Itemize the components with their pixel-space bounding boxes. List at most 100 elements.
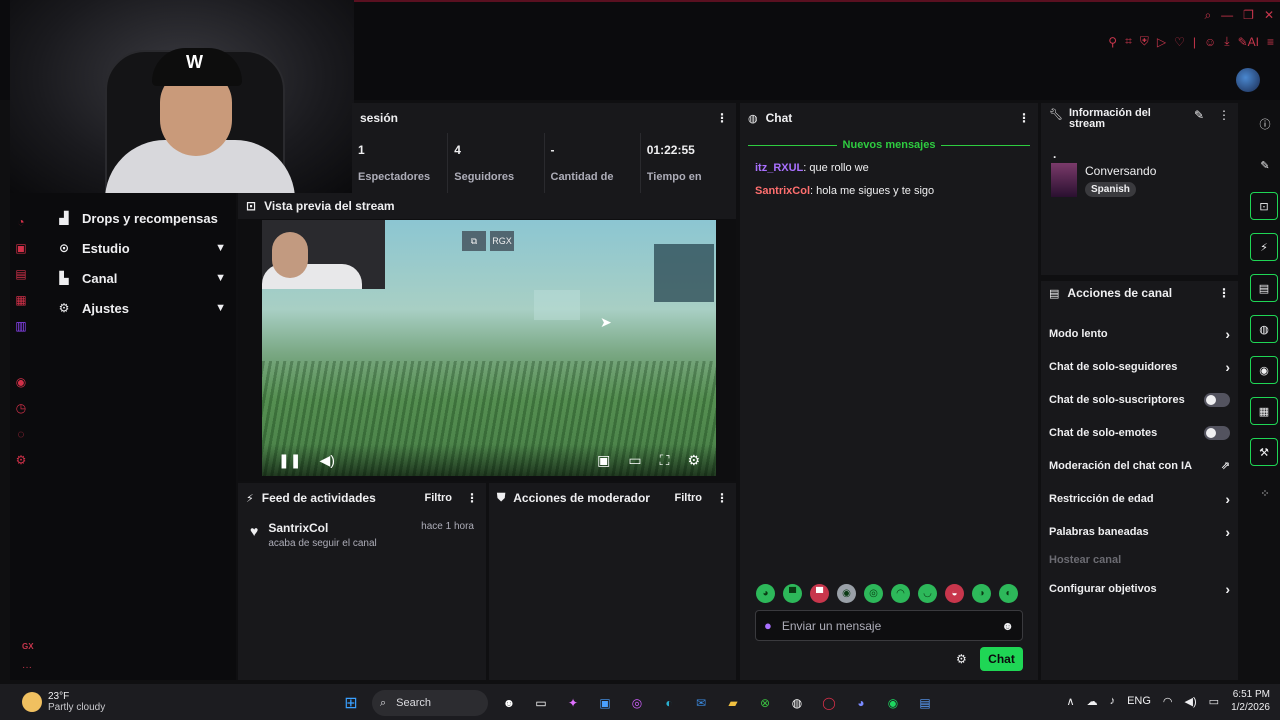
instagram-icon[interactable]: ◎ <box>626 692 648 714</box>
action-banned-words[interactable]: Palabras baneadas › <box>1041 515 1238 548</box>
speed-icon[interactable]: ◔ <box>14 215 28 229</box>
emotes-only-toggle[interactable] <box>1204 425 1230 440</box>
volume-icon[interactable]: ◀) <box>1185 695 1197 708</box>
extensions-icon[interactable]: ⁘ <box>1250 479 1278 507</box>
chat-username[interactable]: SantrixCol <box>755 185 810 197</box>
play-icon[interactable]: ▷ <box>1157 35 1166 49</box>
language-indicator[interactable]: ENG <box>1127 695 1151 707</box>
kebab-menu-icon[interactable]: ⋮ <box>1018 111 1030 125</box>
chat-message-input[interactable] <box>781 618 1002 633</box>
volume-icon[interactable]: ◀) <box>319 452 334 469</box>
onedrive-icon[interactable]: ☁ <box>1087 695 1098 708</box>
tray-chevron-up-icon[interactable]: ∧ <box>1067 695 1075 708</box>
shield-icon[interactable]: ⛨ <box>1140 34 1149 49</box>
discord-icon[interactable]: ◕ <box>850 692 872 714</box>
crop-icon[interactable]: ⌗ <box>1125 34 1132 49</box>
edit-icon[interactable]: ✎ <box>1194 108 1204 122</box>
heart-icon[interactable]: ♡ <box>1174 35 1185 49</box>
emote-icon[interactable]: ◑ <box>972 584 991 603</box>
more-icon[interactable]: ··· <box>22 662 32 673</box>
action-age-restriction[interactable]: Restricción de edad › <box>1041 482 1238 515</box>
chat-bubble-icon[interactable]: ◌ <box>14 427 28 441</box>
language-tag[interactable]: Spanish <box>1085 181 1136 197</box>
emote-icon[interactable]: ◒ <box>945 584 964 603</box>
broadcast-icon[interactable]: ◉ <box>1250 356 1278 384</box>
copilot-icon[interactable]: ✦ <box>562 692 584 714</box>
opera-gx-icon[interactable]: ◯ <box>818 692 840 714</box>
chat-settings-icon[interactable]: ⚙ <box>956 652 967 666</box>
chat-username[interactable]: itz_RXUL <box>755 162 803 174</box>
action-slow-mode[interactable]: Modo lento › <box>1041 317 1238 350</box>
theatre-icon[interactable]: ▭ <box>628 452 641 469</box>
pause-icon[interactable]: ❚❚ <box>278 452 301 469</box>
kebab-menu-icon[interactable]: ⋮ <box>716 491 728 505</box>
battery-icon[interactable]: ▭ <box>1209 695 1219 708</box>
nav-item-canal[interactable]: ▙ Canal ▼ <box>56 263 226 293</box>
nav-item-drops[interactable]: ▟ Drops y recompensas <box>56 203 226 233</box>
file-explorer-icon[interactable]: ▰ <box>722 692 744 714</box>
panels-icon[interactable]: ▦ <box>1250 397 1278 425</box>
clip-icon[interactable]: ⊡ <box>1250 192 1278 220</box>
subscribers-only-toggle[interactable] <box>1204 392 1230 407</box>
gx-corner-icon[interactable]: ▦ <box>14 293 28 307</box>
xbox-icon[interactable]: ⊗ <box>754 692 776 714</box>
lightning-icon[interactable]: ⚡ <box>1250 233 1278 261</box>
wrench-icon[interactable]: ⚒ <box>1250 438 1278 466</box>
account-icon[interactable]: ☺ <box>1204 35 1216 49</box>
popout-icon[interactable]: ⧉ <box>462 231 486 251</box>
close-icon[interactable]: ✕ <box>1264 8 1274 23</box>
controller-icon[interactable]: ▤ <box>14 267 28 281</box>
stream-video[interactable]: ⧉ RGX ➤ ❚❚ ◀) ▣ ▭ ⛶ ⚙ <box>262 220 716 476</box>
feed-item[interactable]: ♥ SantrixCol acaba de seguir el canal ha… <box>238 513 486 557</box>
minimize-icon[interactable]: — <box>1221 8 1233 23</box>
ai-icon[interactable]: ✎AI <box>1238 35 1259 49</box>
profile-avatar[interactable] <box>1236 68 1260 92</box>
mod-filter-button[interactable]: Filtro <box>675 492 703 504</box>
pencil-icon[interactable]: ✎ <box>1250 151 1278 179</box>
rail-settings-icon[interactable]: ⚙ <box>14 453 28 467</box>
pin-icon[interactable]: ⚲ <box>1108 35 1117 49</box>
download-icon[interactable]: ⤓ <box>1224 34 1229 49</box>
steam-icon[interactable]: ◍ <box>786 692 808 714</box>
search-icon[interactable]: ⌕ <box>1204 8 1211 23</box>
emote-icon[interactable]: ◐ <box>999 584 1018 603</box>
action-ai-moderation[interactable]: Moderación del chat con IA ⇗ <box>1041 449 1238 482</box>
kebab-menu-icon[interactable]: ⋮ <box>716 111 728 125</box>
menu-icon[interactable]: ≡ <box>1267 35 1274 49</box>
task-view-icon[interactable]: ▭ <box>530 692 552 714</box>
microphone-icon[interactable]: ● <box>764 618 772 633</box>
notes-icon[interactable]: ▤ <box>1250 274 1278 302</box>
action-configure-goals[interactable]: Configurar objetivos › <box>1041 572 1238 605</box>
outlook-icon[interactable]: ✉ <box>690 692 712 714</box>
taskbar-search[interactable]: ⌕ Search <box>372 690 488 716</box>
maximize-icon[interactable]: ❐ <box>1243 8 1254 23</box>
spotify-icon[interactable]: ◉ <box>882 692 904 714</box>
action-followers-only[interactable]: Chat de solo-seguidores › <box>1041 350 1238 383</box>
kebab-menu-icon[interactable]: ⋮ <box>1218 286 1230 300</box>
emote-icon[interactable]: ◡ <box>918 584 937 603</box>
alien-app-icon[interactable]: ☻ <box>498 692 520 714</box>
emoji-picker-icon[interactable]: ☻ <box>1001 619 1014 633</box>
gx-badge[interactable]: GX <box>22 642 34 651</box>
player-icon[interactable]: ◉ <box>14 375 28 389</box>
emote-icon[interactable]: ◕ <box>756 584 775 603</box>
emote-icon[interactable]: ◉ <box>837 584 856 603</box>
feed-item-user[interactable]: SantrixCol <box>268 521 421 535</box>
microphone-icon[interactable]: ♪ <box>1110 695 1116 707</box>
feed-filter-button[interactable]: Filtro <box>425 492 453 504</box>
fullscreen-icon[interactable]: ⛶ <box>660 452 670 469</box>
kebab-menu-icon[interactable]: ⋮ <box>466 491 478 505</box>
edge-icon[interactable]: ◐ <box>658 692 680 714</box>
taskbar-clock[interactable]: 6:51 PM 1/2/2026 <box>1231 688 1270 714</box>
emote-icon[interactable]: ◎ <box>864 584 883 603</box>
nav-item-ajustes[interactable]: ⚙ Ajustes ▼ <box>56 293 226 323</box>
stream-category[interactable]: Conversando Spanish <box>1041 161 1238 199</box>
twitch-icon[interactable]: ▥ <box>14 319 28 333</box>
info-icon[interactable]: ⓘ <box>1250 110 1278 138</box>
chat-send-button[interactable]: Chat <box>980 647 1023 671</box>
nav-item-estudio[interactable]: ⊙ Estudio ▼ <box>56 233 226 263</box>
pip-icon[interactable]: ▣ <box>597 452 610 469</box>
windows-start-icon[interactable]: ⊞ <box>340 692 362 714</box>
emote-icon[interactable]: ◠ <box>891 584 910 603</box>
weather-widget[interactable]: 23°F Partly cloudy <box>22 691 105 713</box>
